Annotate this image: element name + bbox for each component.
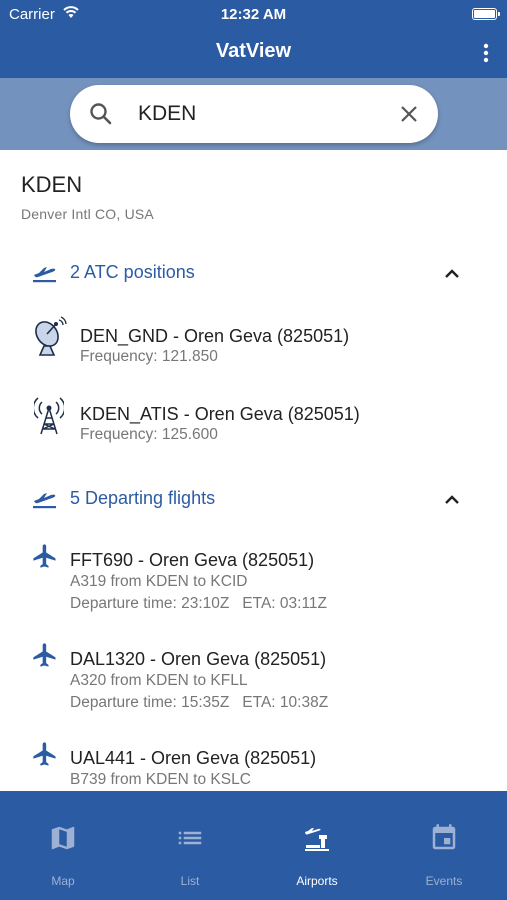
atc-section-header[interactable]: 2 ATC positions — [0, 252, 507, 292]
search-band — [0, 78, 507, 150]
airport-name: Denver Intl CO, USA — [21, 206, 154, 222]
list-icon — [175, 823, 205, 853]
flight-times: Departure time: 23:10Z ETA: 03:11Z — [70, 595, 328, 612]
flight-route: A320 from KDEN to KFLL — [70, 672, 248, 689]
radio-tower-icon — [32, 394, 66, 441]
search-icon — [88, 101, 114, 132]
more-options-icon[interactable] — [481, 42, 491, 64]
flight-title: UAL441 - Oren Geva (825051) — [70, 748, 317, 768]
tab-list[interactable]: List — [127, 791, 253, 900]
bottom-tab-bar: Map List Airports Events — [0, 791, 507, 900]
flight-route: B739 from KDEN to KSLC — [70, 771, 251, 788]
atc-section-title: 2 ATC positions — [70, 262, 195, 282]
airplane-icon — [31, 641, 59, 674]
flight-route: A319 from KDEN to KCID — [70, 573, 248, 590]
flight-title: DAL1320 - Oren Geva (825051) — [70, 649, 327, 669]
tab-map[interactable]: Map — [0, 791, 126, 900]
takeoff-icon — [32, 486, 58, 515]
battery-icon — [472, 8, 500, 20]
app-title: VatView — [215, 40, 292, 62]
clear-search-icon[interactable] — [398, 103, 420, 130]
calendar-icon — [429, 823, 459, 853]
atc-frequency: Frequency: 121.850 — [80, 348, 218, 365]
airport-icon — [302, 823, 332, 853]
atc-frequency: Frequency: 125.600 — [80, 426, 218, 443]
atc-position-title: DEN_GND - Oren Geva (825051) — [80, 326, 350, 346]
radar-dish-icon — [32, 316, 68, 363]
search-bar[interactable] — [70, 85, 438, 143]
departures-section-header[interactable]: 5 Departing flights — [0, 478, 507, 518]
flight-times: Departure time: 15:35Z ETA: 10:38Z — [70, 694, 329, 711]
tab-events[interactable]: Events — [381, 791, 507, 900]
search-input[interactable] — [138, 99, 378, 129]
map-icon — [48, 823, 78, 853]
airplane-icon — [31, 542, 59, 575]
tab-label: Airports — [296, 874, 338, 888]
app-bar: VatView — [0, 28, 507, 78]
flight-title: FFT690 - Oren Geva (825051) — [70, 550, 315, 570]
status-bar: Carrier 12:32 AM — [0, 0, 507, 28]
chevron-up-icon[interactable] — [444, 492, 460, 510]
airport-details[interactable]: KDEN Denver Intl CO, USA 2 ATC positions… — [0, 150, 507, 791]
departures-section-title: 5 Departing flights — [70, 488, 216, 508]
chevron-up-icon[interactable] — [444, 266, 460, 284]
airplane-icon — [31, 740, 59, 773]
atc-position-title: KDEN_ATIS - Oren Geva (825051) — [80, 404, 360, 424]
tab-airports[interactable]: Airports — [254, 791, 380, 900]
clock: 12:32 AM — [220, 6, 287, 23]
tab-label: List — [180, 874, 200, 888]
tab-label: Map — [51, 874, 75, 888]
airport-code: KDEN — [21, 172, 83, 197]
takeoff-icon — [32, 260, 58, 289]
tab-label: Events — [425, 874, 463, 888]
